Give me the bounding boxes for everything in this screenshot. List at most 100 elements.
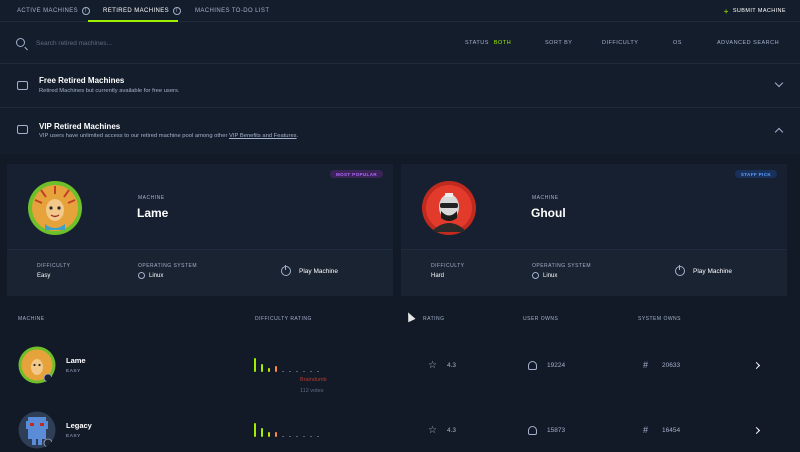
difficulty-rating-bars bbox=[254, 423, 319, 437]
row-user-owns: 15873 bbox=[528, 426, 565, 435]
sort-label: Sort By bbox=[545, 40, 573, 46]
hash-icon: # bbox=[643, 360, 649, 370]
plus-icon: + bbox=[723, 6, 729, 16]
difficulty-filter[interactable]: Difficulty bbox=[602, 22, 638, 64]
header-rating: Rating bbox=[423, 316, 445, 322]
os-name: Linux bbox=[543, 273, 558, 280]
section-title: VIP Retired Machines bbox=[39, 122, 121, 131]
os-value: Linux bbox=[532, 272, 557, 279]
chevron-right-icon[interactable] bbox=[752, 426, 761, 435]
chevron-up-icon[interactable] bbox=[774, 127, 784, 137]
hash-icon: # bbox=[643, 425, 649, 435]
difficulty-label: Difficulty bbox=[602, 40, 639, 46]
top-nav: Active Machines i Retired Machines i Mac… bbox=[0, 0, 800, 22]
search-input[interactable] bbox=[36, 36, 236, 50]
os-label: OS bbox=[673, 40, 682, 46]
info-icon[interactable]: i bbox=[82, 7, 91, 15]
row-difficulty: Easy bbox=[66, 434, 81, 439]
staff-pick-badge: Staff Pick bbox=[734, 170, 777, 178]
difficulty-value: Hard bbox=[431, 273, 445, 279]
vip-benefits-link[interactable]: VIP Benefits and Features bbox=[229, 133, 297, 139]
mouse-cursor bbox=[404, 310, 416, 323]
header-system-owns: System Owns bbox=[638, 316, 682, 322]
os-label: Operating System bbox=[532, 263, 592, 269]
rating-tooltip-votes: 112 votes bbox=[300, 388, 324, 394]
tab-label: Active Machines bbox=[17, 8, 79, 14]
row-machine-name[interactable]: Legacy bbox=[66, 421, 92, 430]
difficulty-label: Difficulty bbox=[431, 263, 465, 269]
play-machine-button[interactable]: Play Machine bbox=[675, 265, 733, 276]
card-header: Staff Pick Machine Ghoul bbox=[401, 164, 787, 250]
status-label: Status bbox=[465, 40, 489, 46]
os-filter[interactable]: OS bbox=[673, 22, 682, 64]
row-system-owns: # 16454 bbox=[643, 426, 680, 435]
subtitle-end: . bbox=[296, 133, 299, 139]
star-icon: ☆ bbox=[428, 425, 437, 436]
vip-retired-section[interactable]: VIP Retired Machines VIP users have unli… bbox=[0, 108, 800, 154]
vip-server-icon bbox=[17, 125, 28, 134]
linux-icon bbox=[532, 272, 539, 279]
tab-machines-todo[interactable]: Machines To-Do List bbox=[195, 0, 269, 22]
system-owns-value: 20633 bbox=[662, 362, 681, 369]
header-machine: Machine bbox=[18, 316, 45, 322]
section-subtitle: Retired Machines but currently available… bbox=[39, 88, 180, 94]
difficulty-label: Difficulty bbox=[37, 263, 71, 269]
subtitle-text: VIP users have unlimited access to our r… bbox=[39, 133, 230, 139]
row-rating: ☆ 4.3 bbox=[428, 425, 457, 436]
machine-name: Lame bbox=[137, 206, 169, 220]
sort-by-filter[interactable]: Sort By bbox=[545, 22, 572, 64]
section-title: Free Retired Machines bbox=[39, 76, 125, 85]
most-popular-badge: Most Popular bbox=[329, 170, 383, 178]
header-user-owns: User Owns bbox=[523, 316, 559, 322]
advanced-label: Advanced Search bbox=[717, 40, 780, 46]
os-value: Linux bbox=[138, 272, 163, 279]
submit-label: Submit Machine bbox=[732, 8, 786, 14]
play-label: Play Machine bbox=[299, 267, 339, 275]
user-icon bbox=[528, 426, 537, 435]
legacy-avatar bbox=[18, 411, 56, 449]
rating-value: 4.3 bbox=[447, 427, 457, 434]
lame-avatar bbox=[18, 346, 56, 384]
row-difficulty: Easy bbox=[66, 369, 81, 374]
difficulty-value: Easy bbox=[37, 273, 51, 279]
advanced-search-button[interactable]: Advanced Search bbox=[717, 22, 779, 64]
tab-retired-machines[interactable]: Retired Machines i bbox=[103, 0, 182, 22]
search-bar: Status Both Sort By Difficulty OS Advanc… bbox=[0, 22, 800, 64]
card-header: Most Popular Machine Lame bbox=[7, 164, 393, 250]
play-machine-button[interactable]: Play Machine bbox=[281, 265, 339, 276]
submit-machine-button[interactable]: + Submit Machine bbox=[724, 0, 786, 22]
lame-avatar bbox=[28, 181, 82, 235]
tab-active-machines[interactable]: Active Machines i bbox=[17, 0, 91, 22]
system-owns-value: 16454 bbox=[662, 427, 681, 434]
row-system-owns: # 20633 bbox=[643, 361, 680, 370]
machine-card-lame[interactable]: Most Popular Machine Lame Difficulty Eas… bbox=[7, 164, 393, 296]
machine-label: Machine bbox=[138, 195, 165, 201]
star-icon: ☆ bbox=[428, 360, 437, 371]
row-machine-name[interactable]: Lame bbox=[66, 356, 86, 365]
os-label: Operating System bbox=[138, 263, 198, 269]
difficulty-rating-bars bbox=[254, 358, 319, 372]
info-icon[interactable]: i bbox=[173, 7, 182, 15]
power-icon bbox=[675, 265, 685, 276]
machine-name: Ghoul bbox=[531, 206, 566, 220]
ghoul-avatar bbox=[422, 181, 476, 235]
linux-icon bbox=[138, 272, 145, 279]
tab-label: Retired Machines bbox=[103, 8, 170, 14]
row-rating: ☆ 4.3 bbox=[428, 360, 457, 371]
server-icon bbox=[17, 81, 28, 90]
status-filter[interactable]: Status Both bbox=[465, 22, 511, 64]
chevron-right-icon[interactable] bbox=[752, 361, 761, 370]
tab-label: Machines To-Do List bbox=[195, 8, 270, 14]
header-difficulty-rating: Difficulty Rating bbox=[255, 316, 312, 322]
chevron-down-icon[interactable] bbox=[774, 78, 784, 88]
power-icon bbox=[281, 265, 291, 276]
machine-card-ghoul[interactable]: Staff Pick Machine Ghoul Difficulty Hard… bbox=[401, 164, 787, 296]
free-retired-section[interactable]: Free Retired Machines Retired Machines b… bbox=[0, 64, 800, 108]
user-icon bbox=[528, 361, 537, 370]
rating-value: 4.3 bbox=[447, 362, 457, 369]
search-icon bbox=[16, 38, 25, 47]
os-name: Linux bbox=[149, 273, 164, 280]
user-owns-value: 15873 bbox=[547, 427, 566, 434]
status-value: Both bbox=[493, 40, 512, 46]
play-label: Play Machine bbox=[693, 267, 733, 275]
